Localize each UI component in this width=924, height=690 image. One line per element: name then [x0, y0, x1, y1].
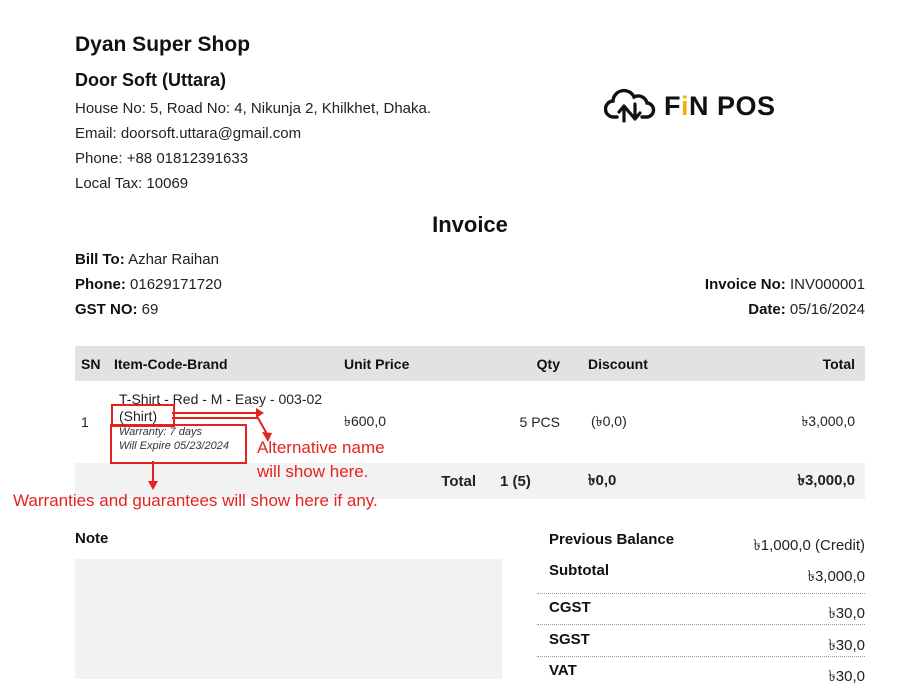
note-label: Note [75, 530, 109, 547]
warranty-annotation: Warranties and guarantees will show here… [13, 491, 378, 510]
previous-balance-value: ৳1,000,0 (Credit) [753, 537, 865, 554]
subtotal-value: ৳3,000,0 [807, 568, 865, 585]
warranty-arrow-head [148, 481, 158, 490]
vat-label: VAT [549, 662, 577, 679]
alt-name-annotation-line2: will show here. [257, 462, 369, 481]
alt-name-arrow-2 [172, 417, 268, 435]
sgst-label: SGST [549, 631, 590, 648]
alt-name-annotation-line1: Alternative name [257, 438, 385, 457]
note-box [75, 559, 502, 679]
cgst-label: CGST [549, 599, 591, 616]
summary-divider [537, 593, 865, 594]
summary-divider [537, 656, 865, 657]
previous-balance-label: Previous Balance [549, 531, 675, 548]
alt-arrow-head-right [256, 408, 264, 418]
vat-value: ৳30,0 [828, 668, 865, 685]
summary-divider [537, 624, 865, 625]
subtotal-label: Subtotal [549, 562, 609, 579]
